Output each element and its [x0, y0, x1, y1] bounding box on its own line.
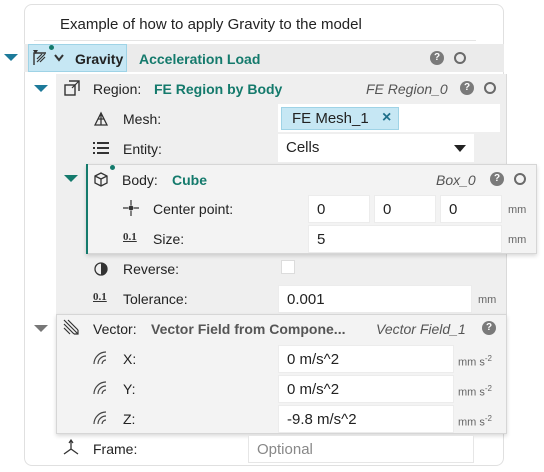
acceleration-x-icon: [93, 351, 107, 365]
contrast-icon: [94, 262, 108, 276]
gravity-help-icon[interactable]: ?: [430, 51, 444, 65]
size-input[interactable]: 5: [308, 225, 502, 253]
vector-x-label: X:: [123, 351, 137, 367]
size-unit: mm: [508, 234, 527, 246]
region-type[interactable]: FE Region by Body: [154, 82, 282, 96]
vector-x-unit-exp: -2: [484, 354, 493, 363]
entity-label: Entity:: [123, 141, 162, 157]
gravity-chevron-down-icon[interactable]: [54, 54, 64, 62]
gravity-label: Gravity: [75, 51, 124, 67]
body-status-circle-icon[interactable]: [514, 173, 526, 185]
vector-ref: Vector Field_1: [376, 321, 466, 337]
reverse-checkbox[interactable]: [281, 260, 295, 274]
mesh-value: FE Mesh_1: [292, 110, 369, 127]
entity-select[interactable]: Cells: [278, 134, 474, 162]
region-status-circle-icon[interactable]: [484, 82, 496, 94]
vector-z-unit: mm s-2: [458, 414, 492, 429]
mesh-label: Mesh:: [123, 111, 162, 127]
body-label: Body:: [122, 172, 158, 188]
size-label: Size:: [153, 231, 185, 247]
gravity-status-dot: [49, 45, 54, 50]
vector-field-icon: [63, 319, 79, 335]
list-icon: [93, 142, 109, 154]
vector-y-input[interactable]: 0 m/s^2: [278, 375, 454, 403]
region-help-icon[interactable]: ?: [460, 81, 474, 95]
gravity-status-circle-icon[interactable]: [454, 52, 466, 64]
center-point-z-input[interactable]: 0: [440, 195, 502, 223]
vector-z-label: Z:: [123, 411, 136, 427]
tolerance-unit: mm: [478, 294, 497, 306]
frame-input[interactable]: Optional: [248, 435, 474, 463]
vector-y-unit-base: mm s: [458, 386, 485, 399]
gravity-icon: [33, 50, 46, 65]
frame-label: Frame:: [93, 441, 138, 457]
center-point-label: Center point:: [153, 201, 234, 217]
mesh-icon: [93, 111, 109, 126]
tolerance-icon: 0.1: [93, 291, 107, 303]
body-collapse-toggle[interactable]: [64, 175, 78, 182]
vector-y-label: Y:: [123, 381, 136, 397]
gravity-collapse-toggle[interactable]: [4, 54, 18, 61]
tolerance-label: Tolerance:: [123, 291, 188, 307]
frame-axes-icon: [63, 439, 79, 455]
center-point-x-input[interactable]: 0: [308, 195, 370, 223]
vector-z-unit-exp: -2: [484, 414, 493, 423]
vector-z-input[interactable]: -9.8 m/s^2: [278, 405, 454, 433]
vector-type[interactable]: Vector Field from Compone...: [151, 322, 345, 336]
body-ref: Box_0: [436, 172, 476, 188]
acceleration-y-icon: [93, 381, 107, 395]
acceleration-z-icon: [93, 411, 107, 425]
vector-x-input[interactable]: 0 m/s^2: [278, 345, 454, 373]
vector-x-unit: mm s-2: [458, 354, 492, 369]
vector-x-unit-base: mm s: [458, 356, 485, 369]
vector-y-unit: mm s-2: [458, 384, 492, 399]
region-ref: FE Region_0: [366, 81, 448, 97]
size-icon: 0.1: [123, 231, 137, 243]
body-help-icon[interactable]: ?: [490, 172, 504, 186]
tolerance-input[interactable]: 0.001: [278, 285, 472, 313]
vector-help-icon[interactable]: ?: [482, 321, 496, 335]
cube-icon: [94, 172, 108, 187]
body-left-accent: [86, 164, 88, 254]
description-text: Example of how to apply Gravity to the m…: [60, 16, 362, 33]
body-status-dot: [110, 165, 115, 170]
vector-y-unit-exp: -2: [484, 384, 493, 393]
reverse-label: Reverse:: [123, 261, 180, 277]
center-point-unit: mm: [508, 204, 527, 216]
entity-dropdown-caret-icon[interactable]: [454, 145, 466, 152]
point-icon: [123, 200, 139, 216]
vector-z-unit-base: mm s: [458, 416, 485, 429]
region-collapse-toggle[interactable]: [34, 85, 48, 92]
mesh-clear-icon[interactable]: ×: [382, 110, 391, 126]
vector-collapse-toggle[interactable]: [34, 325, 48, 332]
region-icon: [64, 80, 80, 96]
gravity-type[interactable]: Acceleration Load: [139, 52, 260, 66]
region-label: Region:: [93, 81, 142, 97]
vector-label: Vector:: [93, 321, 137, 337]
center-point-y-input[interactable]: 0: [374, 195, 436, 223]
body-type[interactable]: Cube: [172, 173, 207, 187]
